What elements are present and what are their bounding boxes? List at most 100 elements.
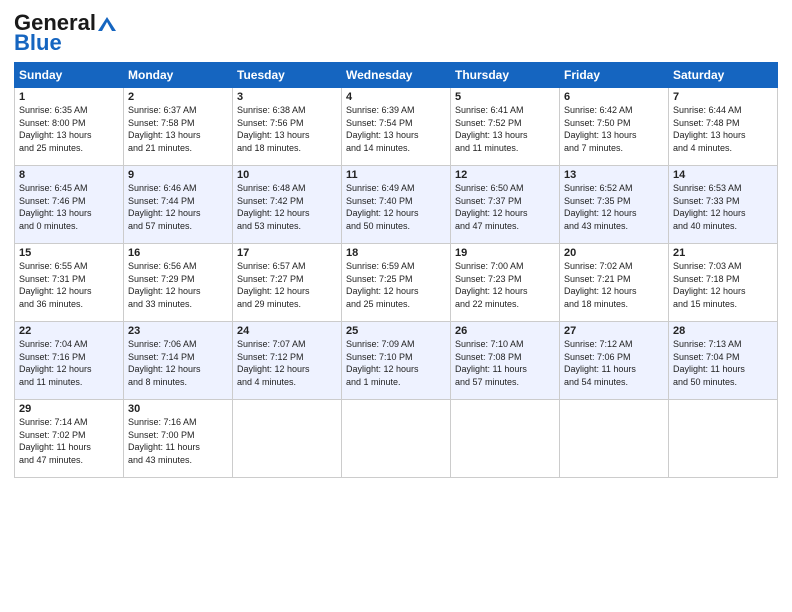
day-number: 10 <box>237 169 337 181</box>
calendar-week-5: 29Sunrise: 7:14 AM Sunset: 7:02 PM Dayli… <box>15 400 778 478</box>
day-info: Sunrise: 6:39 AM Sunset: 7:54 PM Dayligh… <box>346 104 446 154</box>
calendar-cell <box>342 400 451 478</box>
day-number: 28 <box>673 325 773 337</box>
calendar-cell: 29Sunrise: 7:14 AM Sunset: 7:02 PM Dayli… <box>15 400 124 478</box>
calendar-cell <box>451 400 560 478</box>
day-info: Sunrise: 6:44 AM Sunset: 7:48 PM Dayligh… <box>673 104 773 154</box>
calendar-cell: 3Sunrise: 6:38 AM Sunset: 7:56 PM Daylig… <box>233 88 342 166</box>
day-info: Sunrise: 6:45 AM Sunset: 7:46 PM Dayligh… <box>19 182 119 232</box>
day-number: 4 <box>346 91 446 103</box>
day-info: Sunrise: 6:50 AM Sunset: 7:37 PM Dayligh… <box>455 182 555 232</box>
day-info: Sunrise: 6:53 AM Sunset: 7:33 PM Dayligh… <box>673 182 773 232</box>
day-info: Sunrise: 6:55 AM Sunset: 7:31 PM Dayligh… <box>19 260 119 310</box>
day-info: Sunrise: 7:04 AM Sunset: 7:16 PM Dayligh… <box>19 338 119 388</box>
calendar-cell: 8Sunrise: 6:45 AM Sunset: 7:46 PM Daylig… <box>15 166 124 244</box>
day-number: 26 <box>455 325 555 337</box>
day-number: 24 <box>237 325 337 337</box>
day-number: 1 <box>19 91 119 103</box>
calendar-header-row: SundayMondayTuesdayWednesdayThursdayFrid… <box>15 63 778 88</box>
day-info: Sunrise: 6:49 AM Sunset: 7:40 PM Dayligh… <box>346 182 446 232</box>
logo-text-blue: Blue <box>14 32 62 54</box>
day-info: Sunrise: 6:48 AM Sunset: 7:42 PM Dayligh… <box>237 182 337 232</box>
day-number: 22 <box>19 325 119 337</box>
day-number: 12 <box>455 169 555 181</box>
calendar-cell <box>560 400 669 478</box>
day-number: 2 <box>128 91 228 103</box>
calendar-cell: 6Sunrise: 6:42 AM Sunset: 7:50 PM Daylig… <box>560 88 669 166</box>
calendar-cell: 11Sunrise: 6:49 AM Sunset: 7:40 PM Dayli… <box>342 166 451 244</box>
calendar-cell <box>233 400 342 478</box>
day-number: 9 <box>128 169 228 181</box>
day-number: 8 <box>19 169 119 181</box>
calendar-cell <box>669 400 778 478</box>
calendar-cell: 17Sunrise: 6:57 AM Sunset: 7:27 PM Dayli… <box>233 244 342 322</box>
calendar-cell: 19Sunrise: 7:00 AM Sunset: 7:23 PM Dayli… <box>451 244 560 322</box>
day-info: Sunrise: 7:07 AM Sunset: 7:12 PM Dayligh… <box>237 338 337 388</box>
day-number: 16 <box>128 247 228 259</box>
header-row: General Blue <box>14 12 778 54</box>
calendar-cell: 13Sunrise: 6:52 AM Sunset: 7:35 PM Dayli… <box>560 166 669 244</box>
day-number: 19 <box>455 247 555 259</box>
day-info: Sunrise: 7:03 AM Sunset: 7:18 PM Dayligh… <box>673 260 773 310</box>
day-info: Sunrise: 7:06 AM Sunset: 7:14 PM Dayligh… <box>128 338 228 388</box>
logo: General Blue <box>14 12 116 54</box>
calendar-cell: 12Sunrise: 6:50 AM Sunset: 7:37 PM Dayli… <box>451 166 560 244</box>
day-info: Sunrise: 7:10 AM Sunset: 7:08 PM Dayligh… <box>455 338 555 388</box>
calendar-header-saturday: Saturday <box>669 63 778 88</box>
day-number: 14 <box>673 169 773 181</box>
logo-arrow-icon <box>98 17 116 31</box>
calendar-cell: 21Sunrise: 7:03 AM Sunset: 7:18 PM Dayli… <box>669 244 778 322</box>
calendar-table: SundayMondayTuesdayWednesdayThursdayFrid… <box>14 62 778 478</box>
day-info: Sunrise: 7:16 AM Sunset: 7:00 PM Dayligh… <box>128 416 228 466</box>
calendar-cell: 24Sunrise: 7:07 AM Sunset: 7:12 PM Dayli… <box>233 322 342 400</box>
calendar-week-4: 22Sunrise: 7:04 AM Sunset: 7:16 PM Dayli… <box>15 322 778 400</box>
day-number: 27 <box>564 325 664 337</box>
main-container: General Blue SundayMondayTuesdayWednesda… <box>0 0 792 486</box>
calendar-cell: 15Sunrise: 6:55 AM Sunset: 7:31 PM Dayli… <box>15 244 124 322</box>
calendar-cell: 14Sunrise: 6:53 AM Sunset: 7:33 PM Dayli… <box>669 166 778 244</box>
day-info: Sunrise: 7:02 AM Sunset: 7:21 PM Dayligh… <box>564 260 664 310</box>
calendar-header-tuesday: Tuesday <box>233 63 342 88</box>
calendar-header-sunday: Sunday <box>15 63 124 88</box>
day-number: 11 <box>346 169 446 181</box>
calendar-cell: 4Sunrise: 6:39 AM Sunset: 7:54 PM Daylig… <box>342 88 451 166</box>
day-info: Sunrise: 6:35 AM Sunset: 8:00 PM Dayligh… <box>19 104 119 154</box>
calendar-cell: 30Sunrise: 7:16 AM Sunset: 7:00 PM Dayli… <box>124 400 233 478</box>
calendar-cell: 18Sunrise: 6:59 AM Sunset: 7:25 PM Dayli… <box>342 244 451 322</box>
day-info: Sunrise: 7:13 AM Sunset: 7:04 PM Dayligh… <box>673 338 773 388</box>
calendar-week-2: 8Sunrise: 6:45 AM Sunset: 7:46 PM Daylig… <box>15 166 778 244</box>
calendar-cell: 2Sunrise: 6:37 AM Sunset: 7:58 PM Daylig… <box>124 88 233 166</box>
day-info: Sunrise: 6:41 AM Sunset: 7:52 PM Dayligh… <box>455 104 555 154</box>
day-number: 7 <box>673 91 773 103</box>
day-number: 17 <box>237 247 337 259</box>
calendar-cell: 27Sunrise: 7:12 AM Sunset: 7:06 PM Dayli… <box>560 322 669 400</box>
day-number: 15 <box>19 247 119 259</box>
calendar-cell: 22Sunrise: 7:04 AM Sunset: 7:16 PM Dayli… <box>15 322 124 400</box>
calendar-cell: 5Sunrise: 6:41 AM Sunset: 7:52 PM Daylig… <box>451 88 560 166</box>
day-info: Sunrise: 6:46 AM Sunset: 7:44 PM Dayligh… <box>128 182 228 232</box>
calendar-header-thursday: Thursday <box>451 63 560 88</box>
day-number: 6 <box>564 91 664 103</box>
calendar-cell: 26Sunrise: 7:10 AM Sunset: 7:08 PM Dayli… <box>451 322 560 400</box>
calendar-cell: 20Sunrise: 7:02 AM Sunset: 7:21 PM Dayli… <box>560 244 669 322</box>
day-number: 20 <box>564 247 664 259</box>
day-number: 30 <box>128 403 228 415</box>
calendar-cell: 7Sunrise: 6:44 AM Sunset: 7:48 PM Daylig… <box>669 88 778 166</box>
calendar-cell: 10Sunrise: 6:48 AM Sunset: 7:42 PM Dayli… <box>233 166 342 244</box>
day-info: Sunrise: 6:56 AM Sunset: 7:29 PM Dayligh… <box>128 260 228 310</box>
day-info: Sunrise: 6:57 AM Sunset: 7:27 PM Dayligh… <box>237 260 337 310</box>
day-number: 23 <box>128 325 228 337</box>
day-info: Sunrise: 7:14 AM Sunset: 7:02 PM Dayligh… <box>19 416 119 466</box>
day-number: 29 <box>19 403 119 415</box>
day-number: 25 <box>346 325 446 337</box>
day-number: 3 <box>237 91 337 103</box>
calendar-cell: 28Sunrise: 7:13 AM Sunset: 7:04 PM Dayli… <box>669 322 778 400</box>
day-number: 18 <box>346 247 446 259</box>
day-info: Sunrise: 6:59 AM Sunset: 7:25 PM Dayligh… <box>346 260 446 310</box>
calendar-cell: 9Sunrise: 6:46 AM Sunset: 7:44 PM Daylig… <box>124 166 233 244</box>
calendar-cell: 23Sunrise: 7:06 AM Sunset: 7:14 PM Dayli… <box>124 322 233 400</box>
calendar-header-monday: Monday <box>124 63 233 88</box>
day-info: Sunrise: 6:37 AM Sunset: 7:58 PM Dayligh… <box>128 104 228 154</box>
calendar-cell: 1Sunrise: 6:35 AM Sunset: 8:00 PM Daylig… <box>15 88 124 166</box>
day-info: Sunrise: 7:12 AM Sunset: 7:06 PM Dayligh… <box>564 338 664 388</box>
